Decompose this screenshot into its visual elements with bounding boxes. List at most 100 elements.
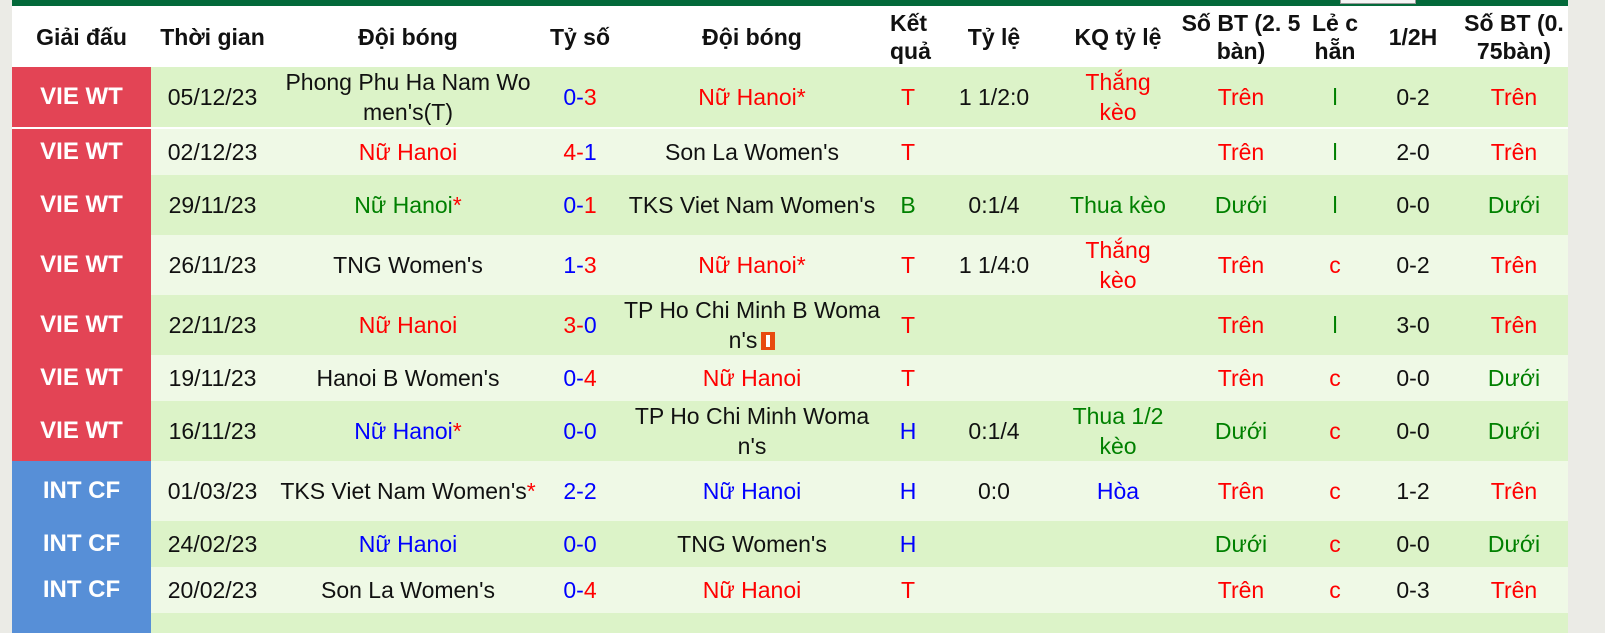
team-name[interactable]: Nữ Hanoi — [703, 365, 802, 391]
league-badge[interactable]: VIE WT — [12, 235, 151, 295]
score-cell[interactable]: 4-1 — [542, 127, 618, 175]
away-team-cell[interactable]: TP Ho Chi Minh Woman's — [618, 401, 886, 461]
home-team-cell[interactable]: Nữ Hanoi — [274, 521, 542, 567]
league-badge[interactable]: VIE WT — [12, 295, 151, 355]
odds-cell — [930, 295, 1058, 355]
team-name[interactable]: Nữ Hanoi — [354, 192, 453, 218]
favorite-marker: * — [796, 252, 806, 278]
score-cell[interactable]: 0-0 — [542, 521, 618, 567]
team-name[interactable]: Nữ Hanoi — [359, 139, 458, 165]
half-time-score-cell: 2-0 — [1366, 127, 1460, 175]
header-odds-result: KQ tỷ lệ — [1058, 6, 1178, 67]
goals-2-5-cell: Trên — [1178, 235, 1304, 295]
team-name[interactable]: Nữ Hanoi — [359, 312, 458, 338]
team-name[interactable]: Phong Phu Ha Nam Women's(T) — [285, 69, 530, 125]
league-badge[interactable]: INT CF — [12, 567, 151, 613]
team-name[interactable]: Hanoi B Women's — [317, 365, 500, 391]
away-team-cell[interactable]: TP Ho Chi Minh B Woman's — [618, 295, 886, 355]
league-badge[interactable]: VIE WT — [12, 127, 151, 175]
score-cell[interactable]: 0-3 — [542, 67, 618, 128]
table-row[interactable]: INT CF 01/03/23 TKS Viet Nam Women's* 2-2 Nữ… — [12, 461, 1568, 521]
team-name[interactable]: Nữ Hanoi — [354, 418, 453, 444]
header-goals-2-5: Số BT (2. 5bàn) — [1178, 6, 1304, 67]
table-row[interactable]: VIE WT 26/11/23 TNG Women's 1-3 Nữ Hanoi* T 1 … — [12, 235, 1568, 295]
league-badge[interactable]: INT CF — [12, 521, 151, 567]
home-team-cell[interactable]: Nữ Hanoi — [274, 127, 542, 175]
league-badge[interactable]: VIE WT — [12, 401, 151, 461]
team-name[interactable]: Nữ Hanoi — [703, 577, 802, 603]
home-team-cell[interactable]: Nữ Hanoi — [274, 295, 542, 355]
score-away: 1 — [583, 192, 597, 218]
team-name[interactable]: Nữ Hanoi — [359, 531, 458, 557]
odds-cell: 1 1/2:0 — [930, 67, 1058, 128]
team-name[interactable]: TP Ho Chi Minh B Woman's — [624, 297, 880, 353]
away-team-cell[interactable]: Nữ Hanoi — [618, 567, 886, 613]
score-cell[interactable]: 0-4 — [542, 355, 618, 401]
result-cell: H — [886, 461, 930, 521]
team-name[interactable]: TNG Women's — [333, 252, 483, 278]
league-badge[interactable]: VIE WT — [12, 175, 151, 235]
home-team-cell[interactable]: TKS Viet Nam Women's* — [274, 461, 542, 521]
away-team-cell[interactable]: TNG Women's — [618, 521, 886, 567]
team-name[interactable]: Nữ Hanoi — [698, 252, 797, 278]
away-team-cell[interactable]: TKS Viet Nam Women's — [618, 175, 886, 235]
odds-result-cell — [1058, 355, 1178, 401]
score-cell[interactable]: 0-4 — [542, 567, 618, 613]
table-row[interactable]: VIE WT 22/11/23 Nữ Hanoi 3-0 TP Ho Chi Minh … — [12, 295, 1568, 355]
score-cell[interactable]: 3-0 — [542, 295, 618, 355]
header-tab-handle[interactable] — [1340, 0, 1416, 4]
home-team-cell[interactable]: Phong Phu Ha Nam Women's(T) — [274, 67, 542, 128]
home-team-cell[interactable]: Son La Women's — [274, 567, 542, 613]
header-time: Thời gian — [151, 6, 274, 67]
home-team-cell[interactable]: TNG Women's — [274, 235, 542, 295]
goals-0-75-cell: Dưới — [1460, 175, 1568, 235]
odd-even-cell: c — [1304, 401, 1366, 461]
team-name[interactable]: Son La Women's — [321, 577, 495, 603]
table-row[interactable]: VIE WT 19/11/23 Hanoi B Women's 0-4 Nữ Hanoi… — [12, 355, 1568, 401]
team-name[interactable]: TP Ho Chi Minh Woman's — [635, 403, 869, 459]
score-cell[interactable]: 0-1 — [542, 175, 618, 235]
match-date: 24/02/23 — [151, 521, 274, 567]
table-row[interactable]: VIE WT 05/12/23 Phong Phu Ha Nam Women's(T… — [12, 67, 1568, 128]
away-team-cell[interactable]: Nữ Hanoi* — [618, 67, 886, 128]
home-team-cell[interactable]: Hanoi B Women's — [274, 355, 542, 401]
table-row[interactable]: VIE WT 02/12/23 Nữ Hanoi 4-1 Son La Women's T… — [12, 127, 1568, 175]
table-row[interactable]: INT CF 24/02/23 Nữ Hanoi 0-0 TNG Women's H Dướ… — [12, 521, 1568, 567]
home-team-cell[interactable]: Nữ Hanoi* — [274, 175, 542, 235]
table-row[interactable]: INT CF 20/02/23 Son La Women's 0-4 Nữ Hanoi T… — [12, 567, 1568, 613]
score-cell[interactable]: 0-0 — [542, 401, 618, 461]
header-odd-even: Lẻ c hẵn — [1304, 6, 1366, 67]
goals-0-75-cell: Trên — [1460, 235, 1568, 295]
odd-even-cell: c — [1304, 567, 1366, 613]
favorite-marker: * — [452, 418, 462, 444]
score-cell[interactable]: 2-2 — [542, 461, 618, 521]
league-badge[interactable]: VIE WT — [12, 355, 151, 401]
table-row[interactable]: VIE WT 29/11/23 Nữ Hanoi* 0-1 TKS Viet Nam W… — [12, 175, 1568, 235]
team-name[interactable]: Son La Women's — [665, 139, 839, 165]
team-name[interactable]: TNG Women's — [677, 531, 827, 557]
result-cell: B — [886, 175, 930, 235]
goals-2-5-cell: Trên — [1178, 355, 1304, 401]
match-date: 26/11/23 — [151, 235, 274, 295]
favorite-marker: * — [796, 84, 806, 110]
away-team-cell[interactable]: Son La Women's — [618, 127, 886, 175]
score-cell[interactable]: 1-3 — [542, 235, 618, 295]
league-badge[interactable]: VIE WT — [12, 67, 151, 128]
score-away: 0 — [583, 418, 597, 444]
away-team-cell[interactable]: Nữ Hanoi — [618, 461, 886, 521]
league-badge[interactable]: INT CF — [12, 461, 151, 521]
table-row[interactable]: VIE WT 16/11/23 Nữ Hanoi* 0-0 TP Ho Chi Minh… — [12, 401, 1568, 461]
team-name[interactable]: TKS Viet Nam Women's — [629, 192, 875, 218]
team-name[interactable]: Nữ Hanoi — [703, 478, 802, 504]
home-team-cell[interactable]: Nữ Hanoi* — [274, 401, 542, 461]
header-goals-0-75: Số BT (0. 75bàn) — [1460, 6, 1568, 67]
score-home: 0 — [563, 192, 577, 218]
away-team-cell[interactable]: Nữ Hanoi* — [618, 235, 886, 295]
goals-2-5-cell: Trên — [1178, 67, 1304, 128]
away-team-cell[interactable]: Nữ Hanoi — [618, 355, 886, 401]
odd-even-cell: c — [1304, 355, 1366, 401]
team-name[interactable]: TKS Viet Nam Women's — [280, 478, 526, 504]
odd-even-cell: c — [1304, 461, 1366, 521]
team-name[interactable]: Nữ Hanoi — [698, 84, 797, 110]
goals-2-5-cell: Trên — [1178, 567, 1304, 613]
